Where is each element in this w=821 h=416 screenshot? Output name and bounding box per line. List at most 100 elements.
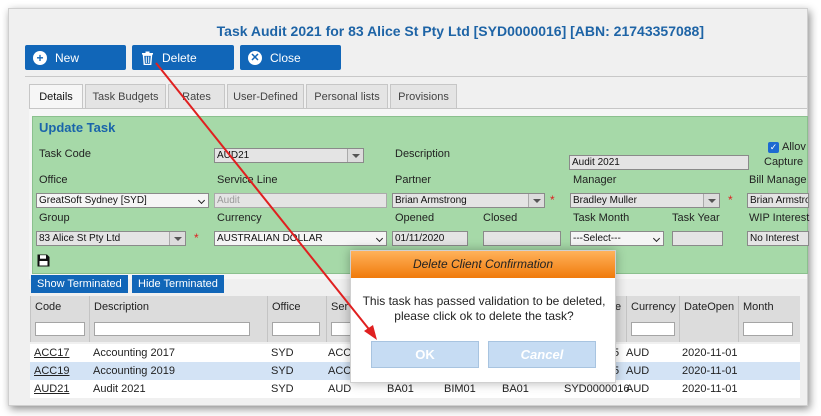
tab-user-defined[interactable]: User-Defined (227, 84, 304, 108)
chevron-down-icon (347, 149, 363, 162)
show-terminated-button[interactable]: Show Terminated (31, 275, 128, 293)
trash-icon (140, 51, 154, 65)
opened-date-field[interactable]: 01/11/2020 (392, 231, 468, 246)
service-line-field: Audit (214, 193, 387, 208)
description-field[interactable]: Audit 2021 (569, 155, 749, 170)
description-value: Audit 2021 (572, 157, 620, 168)
row-currency: AUD (626, 365, 650, 377)
tab-rates[interactable]: Rates (168, 84, 225, 108)
manager-field[interactable]: Bradley Muller (570, 193, 720, 208)
hide-terminated-button[interactable]: Hide Terminated (132, 275, 224, 293)
tab-label: Rates (182, 90, 211, 103)
wip-interest-field[interactable]: No Interest (747, 231, 809, 246)
tab-label: Provisions (398, 90, 449, 103)
group-field[interactable]: 83 Alice St Pty Ltd (36, 231, 186, 246)
allow-label: Allov (782, 141, 806, 153)
row-code-link[interactable]: ACC19 (34, 365, 69, 377)
row-description: Accounting 2017 (93, 347, 175, 359)
column-title: DateOpen (684, 301, 735, 313)
column-currency: Currency (626, 296, 678, 342)
delete-button[interactable]: Delete (132, 45, 234, 70)
dialog-title: Delete Client Confirmation (351, 251, 615, 278)
required-marker: * (728, 193, 733, 207)
task-year-field[interactable] (672, 231, 723, 246)
partner-label: Partner (395, 174, 432, 186)
row-description: Accounting 2019 (93, 365, 175, 377)
row-code-link[interactable]: AUD21 (34, 383, 69, 395)
task-month-label: Task Month (573, 212, 630, 224)
ok-button[interactable]: OK (371, 341, 479, 368)
column-title: Description (94, 301, 150, 313)
wip-interest-label: WIP Interest (749, 212, 810, 224)
row-extra2: BIM01 (444, 383, 476, 395)
column-title: Office (272, 301, 301, 313)
currency-filter-input[interactable] (631, 322, 675, 336)
tab-label: User-Defined (233, 90, 298, 103)
column-title: Ser (331, 301, 349, 313)
chevron-down-icon (169, 232, 185, 245)
task-code-label: Task Code (39, 148, 91, 160)
tab-label: Details (39, 91, 73, 103)
tab-label: Personal lists (314, 90, 380, 103)
tab-personal-lists[interactable]: Personal lists (306, 84, 388, 108)
currency-label: Currency (217, 212, 262, 224)
dialog-message: This task has passed validation to be de… (351, 294, 617, 324)
task-code-value: AUD21 (217, 150, 250, 161)
chevron-down-icon (528, 194, 544, 207)
description-label: Description (395, 148, 451, 160)
closed-date-field[interactable] (483, 231, 561, 246)
wip-interest-value: No Interest (750, 233, 799, 244)
required-marker: * (550, 193, 555, 207)
required-marker: * (194, 231, 199, 245)
code-filter-input[interactable] (35, 322, 85, 336)
check-icon: ✓ (769, 142, 778, 152)
row-dateopen: 2020-11-01 (682, 347, 738, 359)
row-client: SYD0000016 (564, 383, 630, 395)
partner-field[interactable]: Brian Armstrong (392, 193, 545, 208)
currency-select[interactable]: AUSTRALIAN DOLLAR (214, 231, 387, 246)
tab-provisions[interactable]: Provisions (390, 84, 457, 108)
description-filter-input[interactable] (94, 322, 250, 336)
office-select[interactable]: GreatSoft Sydney [SYD] (36, 193, 209, 208)
opened-label: Opened (395, 212, 435, 224)
office-filter-input[interactable] (272, 322, 320, 336)
bill-manager-label: Bill Manage (749, 174, 807, 186)
cancel-button[interactable]: Cancel (488, 341, 596, 368)
close-button-label: Close (270, 50, 301, 65)
bill-manager-field[interactable]: Brian Armstro (747, 193, 809, 208)
office-label: Office (39, 174, 68, 186)
row-ser: ACC (328, 365, 352, 377)
close-icon: ✕ (248, 50, 262, 65)
plus-icon: + (33, 50, 47, 65)
row-ser: AUD (328, 383, 352, 395)
service-line-value: Audit (217, 195, 240, 206)
tab-details[interactable]: Details (29, 84, 83, 109)
page-title: Task Audit 2021 for 83 Alice St Pty Ltd … (216, 23, 704, 39)
delete-button-label: Delete (162, 50, 197, 65)
column-code: Code (30, 296, 88, 342)
row-dateopen: 2020-11-01 (682, 365, 738, 377)
tab-label: Task Budgets (92, 90, 159, 103)
close-button[interactable]: ✕ Close (240, 45, 341, 70)
bill-manager-value: Brian Armstro (750, 195, 809, 206)
dialog-message-line: please click ok to delete the task? (394, 309, 574, 323)
row-code-link[interactable]: ACC17 (34, 347, 69, 359)
row-ser: ACC (328, 347, 352, 359)
task-month-select[interactable]: ---Select--- (570, 231, 664, 246)
month-filter-input[interactable] (743, 322, 793, 336)
column-title: Currency (631, 301, 676, 313)
column-title: Month (743, 301, 774, 313)
new-button[interactable]: + New (25, 45, 126, 70)
new-button-label: New (55, 50, 80, 65)
task-code-field[interactable]: AUD21 (214, 148, 364, 163)
task-month-value: ---Select--- (573, 233, 621, 244)
save-icon[interactable] (37, 254, 50, 267)
row-office: SYD (271, 365, 294, 377)
allow-capture-checkbox[interactable]: ✓ (768, 142, 779, 153)
tab-task-budgets[interactable]: Task Budgets (85, 84, 166, 108)
currency-value: AUSTRALIAN DOLLAR (217, 233, 323, 244)
column-office: Office (267, 296, 325, 342)
row-dateopen: 2020-11-01 (682, 383, 738, 395)
row-office: SYD (271, 383, 294, 395)
service-line-label: Service Line (217, 174, 278, 186)
